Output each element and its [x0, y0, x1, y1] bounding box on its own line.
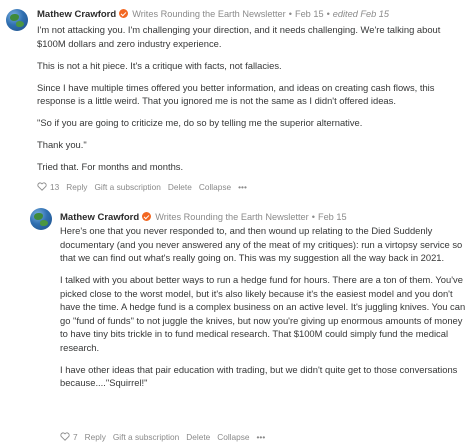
like-count: 13 — [50, 182, 60, 192]
collapse-button[interactable]: Collapse — [217, 432, 249, 442]
like-count: 7 — [73, 432, 78, 442]
comment-date[interactable]: Feb 15 — [318, 212, 347, 222]
separator-dot: • — [311, 212, 315, 222]
check-badge-icon — [119, 9, 129, 18]
reply-button[interactable]: Reply — [66, 182, 87, 192]
author-name[interactable]: Mathew Crawford — [37, 9, 116, 20]
heart-icon[interactable] — [37, 182, 47, 191]
comment-paragraph: Tried that. For months and months. — [37, 161, 184, 172]
gift-subscription-button[interactable]: Gift a subscription — [94, 182, 160, 192]
more-options-button[interactable]: ••• — [238, 182, 247, 192]
publication-link[interactable]: Writes Rounding the Earth Newsletter — [132, 9, 286, 19]
comment-paragraph: I'm not attacking you. I'm challenging y… — [37, 24, 441, 49]
check-badge-icon — [142, 212, 152, 221]
more-options-button[interactable]: ••• — [257, 432, 266, 442]
publication-link[interactable]: Writes Rounding the Earth Newsletter — [155, 212, 309, 222]
separator-dot: • — [326, 9, 330, 19]
comment-paragraph: This is not a hit piece. It's a critique… — [37, 59, 282, 71]
edited-label: edited Feb 15 — [332, 9, 389, 19]
heart-icon[interactable] — [60, 432, 70, 441]
delete-button[interactable]: Delete — [186, 432, 210, 442]
comment-paragraph: "So if you are going to criticize me, do… — [37, 117, 363, 128]
comment-header: Mathew Crawford Writes Rounding the Earth… — [60, 211, 347, 224]
comment-actions: 7 Reply Gift a subscription Delete Collapse •… — [60, 432, 272, 442]
comment-paragraph: Here's one that you never responded to, … — [60, 225, 463, 263]
avatar[interactable] — [6, 9, 28, 31]
reply-button[interactable]: Reply — [85, 432, 106, 442]
comment-body: I'm not attacking you. I'm challenging y… — [37, 23, 467, 182]
comment-actions: 13 Reply Gift a subscription Delete Collapse… — [37, 182, 254, 192]
comment-paragraph: I talked with you about better ways to r… — [60, 274, 466, 353]
collapse-button[interactable]: Collapse — [199, 182, 231, 192]
delete-button[interactable]: Delete — [168, 182, 192, 192]
author-name[interactable]: Mathew Crawford — [60, 212, 139, 223]
comment-paragraph: Thank you." — [37, 139, 87, 150]
comment-body: Here's one that you never responded to, … — [60, 224, 466, 398]
comment-header: Mathew Crawford Writes Rounding the Earth… — [37, 8, 389, 21]
separator-dot: • — [288, 9, 292, 19]
comment-paragraph: Since I have multiple times offered you … — [37, 81, 435, 107]
avatar[interactable] — [30, 208, 52, 230]
gift-subscription-button[interactable]: Gift a subscription — [113, 432, 179, 442]
comment-paragraph: I have other ideas that pair education w… — [60, 363, 458, 389]
comment-date[interactable]: Feb 15 — [295, 9, 324, 19]
